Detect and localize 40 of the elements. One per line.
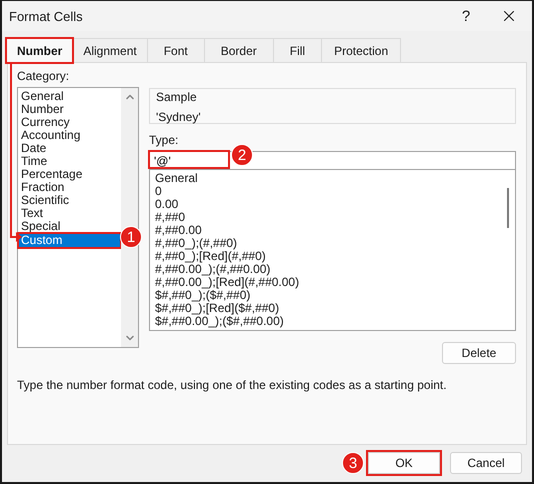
format-code-item[interactable]: General xyxy=(150,172,501,185)
format-code-item[interactable]: $#,##0_);($#,##0) xyxy=(150,289,501,302)
category-item[interactable]: Date xyxy=(18,142,121,155)
tab[interactable]: Protection xyxy=(321,38,402,62)
category-item[interactable]: Text xyxy=(18,207,121,220)
category-item[interactable]: Percentage xyxy=(18,168,121,181)
description-text: Type the number format code, using one of the existing codes as a starting point. xyxy=(17,378,448,392)
sample-value: 'Sydney' xyxy=(156,110,202,124)
format-code-item[interactable]: #,##0.00 xyxy=(150,224,501,237)
delete-button[interactable]: Delete xyxy=(442,342,516,364)
help-button[interactable]: ? xyxy=(446,8,486,24)
category-item[interactable]: Accounting xyxy=(18,129,121,142)
category-item[interactable]: General xyxy=(18,90,121,103)
format-code-item[interactable]: #,##0_);(#,##0) xyxy=(150,237,501,250)
tab[interactable]: Number xyxy=(6,38,74,63)
callout-number: 3 xyxy=(342,452,364,474)
category-item[interactable]: Scientific xyxy=(18,194,121,207)
format-code-item[interactable]: 0.00 xyxy=(150,198,501,211)
format-code-item[interactable]: #,##0 xyxy=(150,211,501,224)
category-item[interactable]: Number xyxy=(18,103,121,116)
category-item[interactable]: Special xyxy=(18,220,121,233)
ok-button[interactable]: OK xyxy=(368,452,440,474)
scrollbar[interactable] xyxy=(121,88,138,347)
scrollbar-thumb[interactable] xyxy=(507,188,509,228)
window-title: Format Cells xyxy=(9,8,84,24)
format-code-item[interactable]: 0 xyxy=(150,185,501,198)
format-code-item[interactable]: $#,##0_);[Red]($#,##0) xyxy=(150,302,501,315)
format-code-item[interactable]: #,##0.00_);(#,##0.00) xyxy=(150,263,501,276)
category-item[interactable]: Custom xyxy=(18,233,121,248)
category-item[interactable]: Time xyxy=(18,155,121,168)
sample-label: Sample xyxy=(156,90,198,104)
category-item[interactable]: Fraction xyxy=(18,181,121,194)
category-label: Category: xyxy=(17,69,70,84)
category-item[interactable]: Currency xyxy=(18,116,121,129)
format-code-item[interactable]: $#,##0.00_);($#,##0.00) xyxy=(150,315,501,328)
format-code-item[interactable]: #,##0_);[Red](#,##0) xyxy=(150,250,501,263)
type-label: Type: xyxy=(149,133,180,148)
type-list[interactable]: General 0 0.00 #,##0 #,##0.00 #,##0_);(#,##0) #,##0_);[Red](#,##0) #,##0.00_);(#,##0.00) #,##0.00_);[Red](#,##0.00) $#,##0_);($#,##0) $#,##0_);[Red]($#,##0) $#,##0.00_);($#,##0.00) xyxy=(149,170,516,331)
format-code-item[interactable]: #,##0.00_);[Red](#,##0.00) xyxy=(150,276,501,289)
cancel-button[interactable]: Cancel xyxy=(450,452,522,474)
